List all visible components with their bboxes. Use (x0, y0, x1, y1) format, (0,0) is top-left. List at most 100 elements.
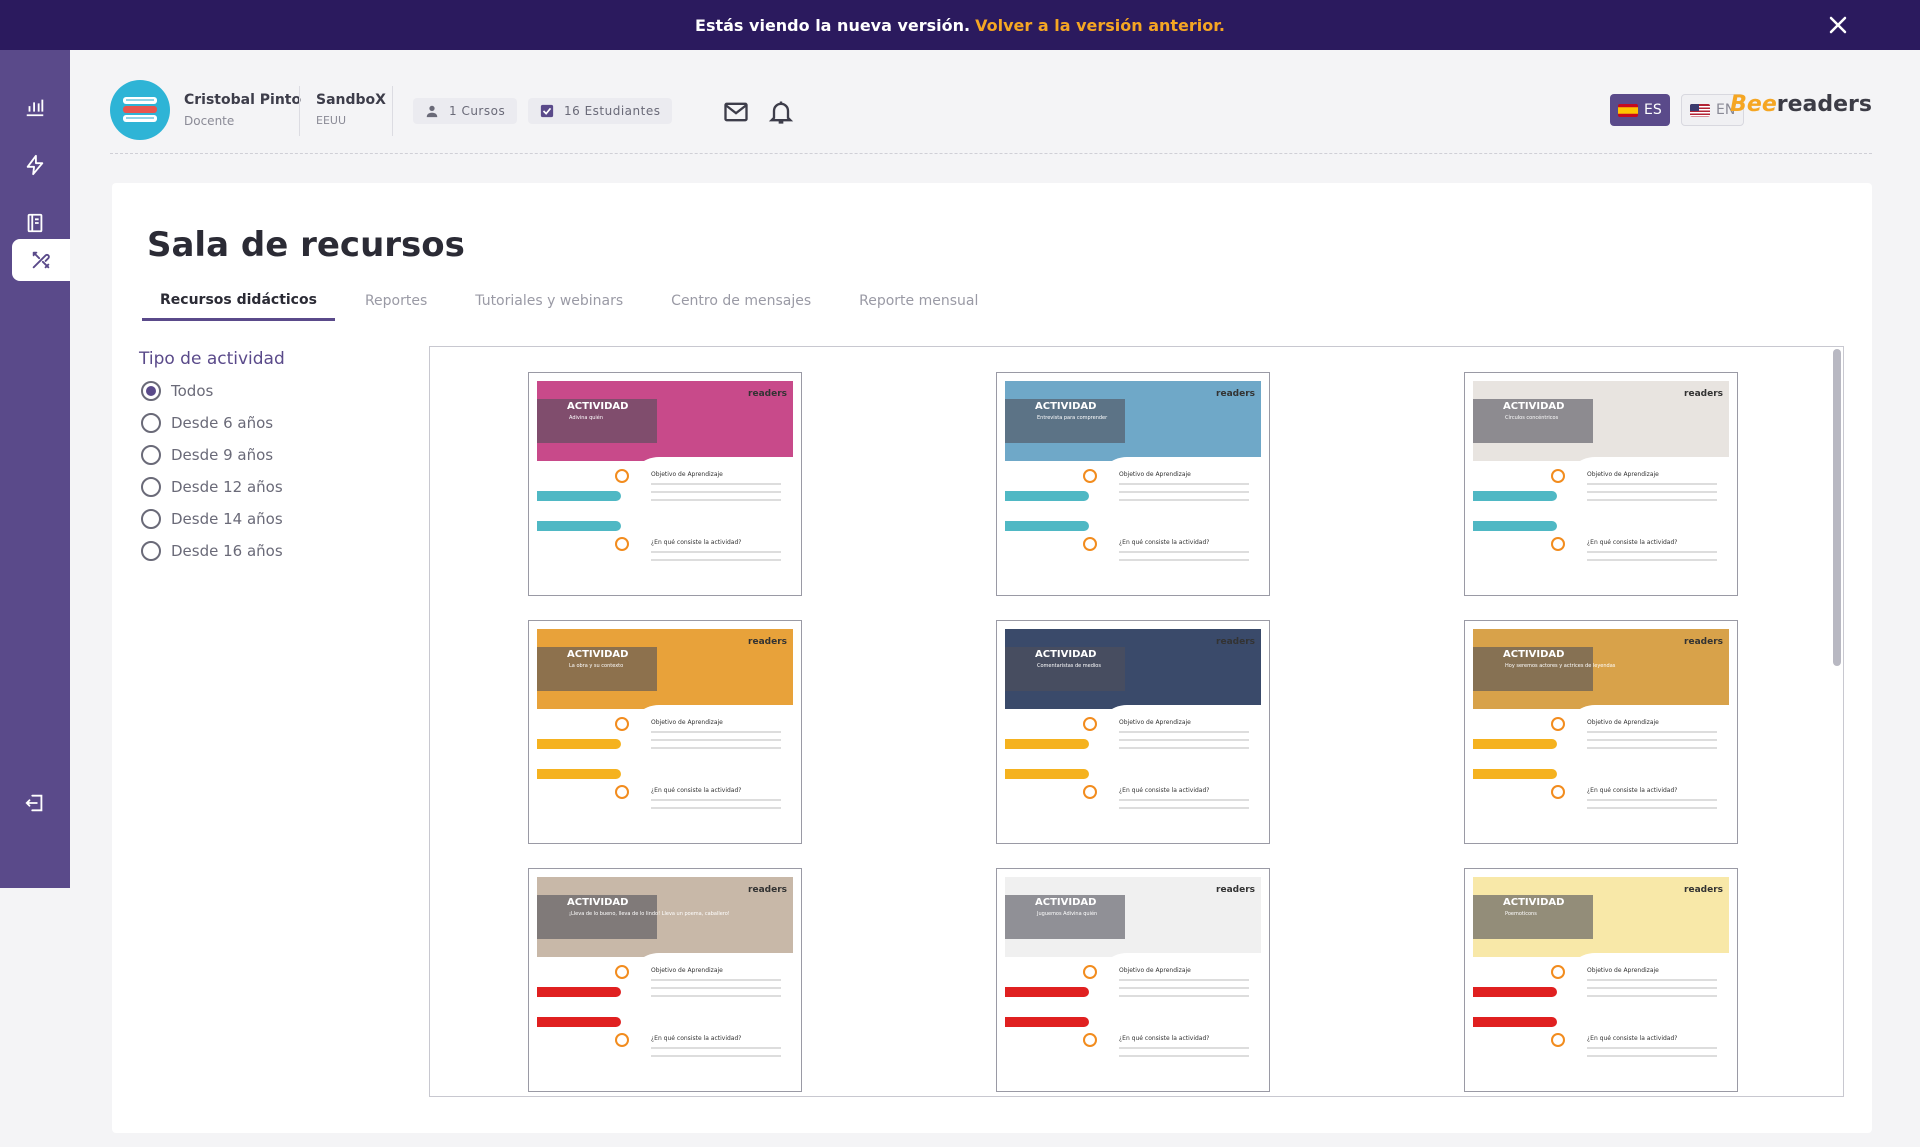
courses-count: 1 Cursos (449, 104, 506, 118)
sidebar-item-resources[interactable] (12, 239, 70, 281)
mail-icon[interactable] (722, 98, 750, 126)
resource-objective-title: Objetivo de Aprendizaje (1587, 967, 1659, 974)
filter-option-16[interactable]: Desde 16 años (141, 541, 283, 561)
resource-text-line (1587, 1055, 1717, 1057)
avatar[interactable] (110, 80, 170, 140)
resource-card[interactable]: ACTIVIDAD ¡Lleva de lo bueno, lleva de lo… (528, 868, 802, 1092)
filter-option-label: Desde 9 años (171, 446, 274, 464)
resource-text-line (1587, 499, 1717, 501)
scrollbar[interactable] (1833, 349, 1841, 666)
resource-text-line (651, 731, 781, 733)
resource-question-title: ¿En qué consiste la actividad? (651, 787, 742, 794)
resource-subtitle: Juguemos Adivina quién (1037, 911, 1098, 917)
version-banner: Estás viendo la nueva versión. Volver a … (0, 0, 1920, 50)
radio[interactable] (141, 541, 161, 561)
resource-stripe (1005, 1017, 1089, 1027)
resource-brand: readers (748, 637, 787, 647)
resource-card[interactable]: ACTIVIDAD Adivina quién readers Objetivo de… (528, 372, 802, 596)
resource-question-title: ¿En qué consiste la actividad? (651, 1035, 742, 1042)
resource-text-line (651, 491, 781, 493)
resource-bullet-icon (615, 965, 629, 979)
resource-text-line (1587, 551, 1717, 553)
resource-grid[interactable]: ACTIVIDAD Adivina quién readers Objetivo de… (429, 346, 1844, 1097)
resource-text-line (1119, 1055, 1249, 1057)
school-country: EEUU (316, 114, 347, 127)
previous-version-link[interactable]: Volver a la versión anterior. (975, 16, 1225, 35)
filter-option-todos[interactable]: Todos (141, 381, 213, 401)
resource-question-title: ¿En qué consiste la actividad? (1587, 787, 1678, 794)
language-es-button[interactable]: ES (1610, 94, 1670, 126)
radio[interactable] (141, 445, 161, 465)
resource-stripe (1473, 739, 1557, 749)
sidebar-item-stats[interactable] (0, 86, 70, 128)
resource-stripe (1473, 491, 1557, 501)
sidebar-item-logout[interactable] (0, 782, 70, 824)
close-icon[interactable] (1826, 13, 1850, 37)
filter-option-14[interactable]: Desde 14 años (141, 509, 283, 529)
students-pill[interactable]: 16 Estudiantes (528, 98, 673, 124)
resource-text-line (1587, 799, 1717, 801)
resource-objective-title: Objetivo de Aprendizaje (1119, 967, 1191, 974)
sidebar-item-activities[interactable] (0, 144, 70, 186)
tab-tutoriales[interactable]: Tutoriales y webinars (457, 281, 641, 321)
books-avatar-icon (123, 97, 157, 122)
radio[interactable] (141, 413, 161, 433)
language-es-label: ES (1644, 102, 1662, 118)
resource-card[interactable]: ACTIVIDAD Comentaristas de medios readers O… (996, 620, 1270, 844)
resource-bullet-icon (1083, 785, 1097, 799)
resource-stripe (1473, 987, 1557, 997)
resource-subtitle: Entrevista para comprender (1037, 415, 1108, 421)
filter-option-9[interactable]: Desde 9 años (141, 445, 273, 465)
resource-bullet-icon (1083, 717, 1097, 731)
main-card: Sala de recursos Recursos didácticos Rep… (112, 183, 1872, 1133)
resource-stripe (1005, 769, 1089, 779)
resource-card[interactable]: ACTIVIDAD Hoy seremos actores y actrices … (1464, 620, 1738, 844)
page-title: Sala de recursos (147, 225, 465, 265)
resource-text-line (1587, 995, 1717, 997)
resource-card[interactable]: ACTIVIDAD Entrevista para comprender reade… (996, 372, 1270, 596)
checkbox-icon (540, 104, 554, 118)
resource-stripe (537, 1017, 621, 1027)
resource-card[interactable]: ACTIVIDAD Poemoticons readers Objetivo de A… (1464, 868, 1738, 1092)
sidebar-item-books[interactable] (0, 202, 70, 244)
book-icon (27, 213, 43, 233)
resource-text-line (1587, 483, 1717, 485)
filter-option-6[interactable]: Desde 6 años (141, 413, 273, 433)
resource-card[interactable]: ACTIVIDAD Juguemos Adivina quién readers Ob… (996, 868, 1270, 1092)
user-role: Docente (184, 114, 235, 128)
filter-title: Tipo de actividad (139, 349, 285, 369)
tab-reportes[interactable]: Reportes (347, 281, 445, 321)
resource-card[interactable]: ACTIVIDAD Círculos concéntricos readers Obj… (1464, 372, 1738, 596)
radio[interactable] (141, 477, 161, 497)
resource-bullet-icon (1083, 469, 1097, 483)
tab-reporte-mensual[interactable]: Reporte mensual (841, 281, 996, 321)
stats-icon (26, 99, 44, 117)
resource-objective-title: Objetivo de Aprendizaje (1587, 471, 1659, 478)
sidebar (0, 50, 70, 888)
tab-recursos-didacticos[interactable]: Recursos didácticos (142, 281, 335, 321)
resource-bullet-icon (1551, 965, 1565, 979)
bell-icon[interactable] (767, 98, 795, 126)
radio-selected[interactable] (141, 381, 161, 401)
resource-text-line (651, 1055, 781, 1057)
resource-stripe (537, 769, 621, 779)
resource-card[interactable]: ACTIVIDAD La obra y su contexto readers Obj… (528, 620, 802, 844)
resource-text-line (651, 1047, 781, 1049)
resource-text-line (1587, 987, 1717, 989)
resource-text-line (1119, 799, 1249, 801)
resource-label: ACTIVIDAD (567, 401, 629, 412)
radio[interactable] (141, 509, 161, 529)
resource-brand: readers (1684, 389, 1723, 399)
resource-text-line (1119, 1047, 1249, 1049)
filter-option-label: Todos (171, 382, 214, 400)
resource-text-line (1119, 747, 1249, 749)
resource-subtitle: Comentaristas de medios (1037, 663, 1101, 669)
filter-option-12[interactable]: Desde 12 años (141, 477, 283, 497)
resource-bullet-icon (615, 785, 629, 799)
header: Cristobal Pinto Docente SandboX EEUU 1 C… (110, 70, 1872, 154)
tab-centro-mensajes[interactable]: Centro de mensajes (653, 281, 829, 321)
courses-pill[interactable]: 1 Cursos (413, 98, 518, 124)
resource-question-title: ¿En qué consiste la actividad? (1119, 539, 1210, 546)
resource-text-line (1587, 747, 1717, 749)
resource-text-line (1119, 731, 1249, 733)
